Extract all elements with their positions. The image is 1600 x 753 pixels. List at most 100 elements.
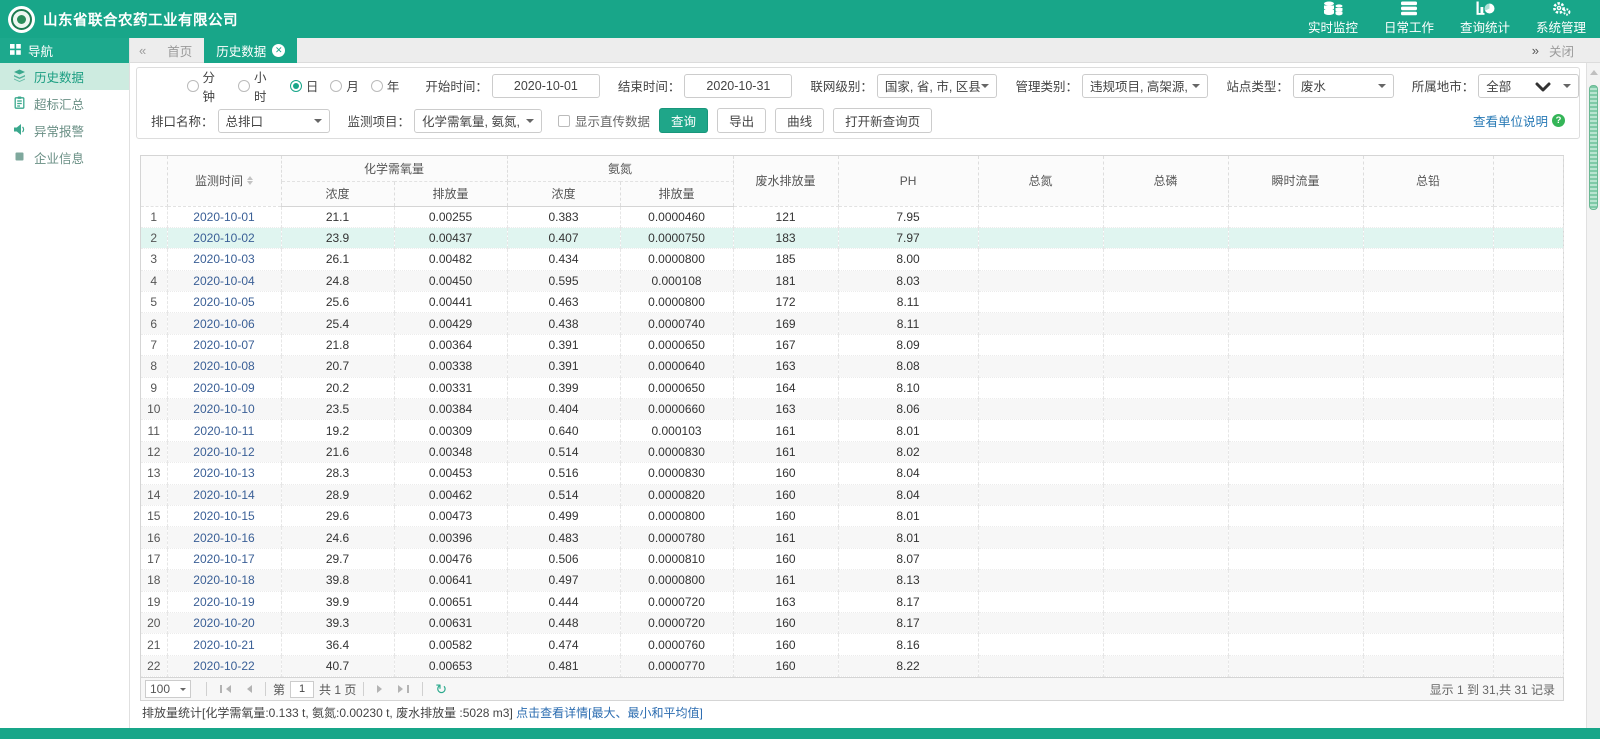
table-row[interactable]: 132020-10-1328.30.004530.5160.0000830160… bbox=[141, 463, 1563, 484]
outlet-select[interactable]: 总排口 bbox=[218, 109, 330, 133]
page-number-input[interactable] bbox=[290, 681, 314, 698]
refresh-icon[interactable]: ↻ bbox=[430, 681, 452, 698]
table-row[interactable]: 102020-10-1023.50.003840.4040.0000660163… bbox=[141, 399, 1563, 420]
bar-chart-icon bbox=[1475, 1, 1495, 16]
table-row[interactable]: 122020-10-1221.60.003480.5140.0000830161… bbox=[141, 441, 1563, 462]
date-cell: 2020-10-04 bbox=[167, 270, 281, 291]
period-radio[interactable]: 分钟 bbox=[187, 67, 226, 105]
cod_c-cell: 20.7 bbox=[281, 356, 394, 377]
table-row[interactable]: 22020-10-0223.90.004370.4070.00007501837… bbox=[141, 227, 1563, 248]
sidebar-title: 导航 bbox=[28, 41, 53, 60]
page-size-select[interactable]: 100 bbox=[145, 680, 191, 698]
filler-cell bbox=[1493, 655, 1563, 676]
col-header-time[interactable]: 监测时间 bbox=[167, 156, 281, 206]
col-header-instant-flow[interactable]: 瞬时流量 bbox=[1228, 156, 1363, 206]
end-date-input[interactable] bbox=[684, 74, 792, 98]
date-cell: 2020-10-20 bbox=[167, 612, 281, 633]
nh3_e-cell: 0.0000780 bbox=[620, 527, 733, 548]
waste-cell: 121 bbox=[733, 206, 838, 227]
top-nav-query-stats[interactable]: 查询统计 bbox=[1460, 1, 1510, 36]
prev-page-icon[interactable] bbox=[237, 685, 258, 693]
open-new-query-button[interactable]: 打开新查询页 bbox=[833, 108, 932, 133]
last-page-icon[interactable] bbox=[392, 685, 415, 693]
filler-header bbox=[1493, 156, 1563, 206]
table-row[interactable]: 182020-10-1839.80.006410.4970.0000800161… bbox=[141, 570, 1563, 591]
tabs-expand-right-icon[interactable]: » bbox=[1532, 43, 1539, 58]
row-number-cell: 19 bbox=[141, 591, 167, 612]
table-row[interactable]: 12020-10-0121.10.002550.3830.00004601217… bbox=[141, 206, 1563, 227]
network-level-select[interactable]: 国家, 省, 市, 区县 bbox=[877, 74, 998, 98]
table-row[interactable]: 222020-10-2240.70.006530.4810.0000770160… bbox=[141, 655, 1563, 676]
col-header-nh3-emission[interactable]: 排放量 bbox=[620, 181, 733, 206]
row-number-cell: 14 bbox=[141, 484, 167, 505]
start-date-input[interactable] bbox=[492, 74, 600, 98]
row-number-cell: 11 bbox=[141, 420, 167, 441]
table-row[interactable]: 172020-10-1729.70.004760.5060.0000810160… bbox=[141, 548, 1563, 569]
sidebar-item-history-data[interactable]: 历史数据 bbox=[0, 63, 129, 90]
table-row[interactable]: 202020-10-2039.30.006310.4480.0000720160… bbox=[141, 612, 1563, 633]
table-row[interactable]: 152020-10-1529.60.004730.4990.0000800160… bbox=[141, 505, 1563, 526]
query-button[interactable]: 查询 bbox=[659, 108, 708, 133]
table-row[interactable]: 92020-10-0920.20.003310.3990.00006501648… bbox=[141, 377, 1563, 398]
sidebar-item-exceed-summary[interactable]: 超标汇总 bbox=[0, 90, 129, 117]
ph-cell: 8.10 bbox=[838, 377, 978, 398]
col-header-cod-emission[interactable]: 排放量 bbox=[394, 181, 507, 206]
period-radio[interactable]: 年 bbox=[371, 67, 400, 105]
period-radio[interactable]: 月 bbox=[330, 67, 359, 105]
help-icon[interactable]: ? bbox=[1552, 114, 1565, 127]
col-header-total-nitrogen[interactable]: 总氮 bbox=[978, 156, 1103, 206]
city-select[interactable]: 全部 bbox=[1478, 74, 1579, 98]
site-type-select[interactable]: 废水 bbox=[1293, 74, 1394, 98]
filter-collapse-icon[interactable] bbox=[1535, 80, 1551, 98]
top-nav-daily-work[interactable]: 日常工作 bbox=[1384, 1, 1434, 36]
view-detail-link[interactable]: 点击查看详情[最大、最小和平均值] bbox=[516, 706, 703, 720]
tabs-collapse-left-icon[interactable]: « bbox=[130, 43, 155, 58]
scrollbar-thumb[interactable] bbox=[1589, 85, 1598, 210]
direct-data-checkbox[interactable] bbox=[558, 115, 570, 127]
table-row[interactable]: 42020-10-0424.80.004500.5950.0001081818.… bbox=[141, 270, 1563, 291]
table-row[interactable]: 142020-10-1428.90.004620.5140.0000820160… bbox=[141, 484, 1563, 505]
col-header-total-lead[interactable]: 总铅 bbox=[1363, 156, 1493, 206]
cod_e-cell: 0.00309 bbox=[394, 420, 507, 441]
scroll-up-icon[interactable] bbox=[1590, 66, 1598, 75]
date-cell: 2020-10-13 bbox=[167, 463, 281, 484]
sidebar-item-company-info[interactable]: 企业信息 bbox=[0, 144, 129, 171]
cod_e-cell: 0.00331 bbox=[394, 377, 507, 398]
close-all-tabs[interactable]: 关闭 bbox=[1549, 41, 1574, 60]
tab-history-data[interactable]: 历史数据 ✕ bbox=[204, 38, 297, 63]
table-row[interactable]: 82020-10-0820.70.003380.3910.00006401638… bbox=[141, 356, 1563, 377]
monitor-items-select[interactable]: 化学需氧量, 氨氮, bbox=[414, 109, 542, 133]
top-nav-realtime-monitor[interactable]: 实时监控 bbox=[1308, 1, 1358, 36]
tab-home[interactable]: 首页 bbox=[155, 38, 204, 63]
table-row[interactable]: 72020-10-0721.80.003640.3910.00006501678… bbox=[141, 334, 1563, 355]
ph-cell: 7.95 bbox=[838, 206, 978, 227]
col-header-cod-conc[interactable]: 浓度 bbox=[281, 181, 394, 206]
period-radio[interactable]: 日 bbox=[290, 67, 319, 105]
col-header-nh3-conc[interactable]: 浓度 bbox=[507, 181, 620, 206]
flow-cell bbox=[1228, 399, 1363, 420]
table-row[interactable]: 162020-10-1624.60.003960.4830.0000780161… bbox=[141, 527, 1563, 548]
sidebar-item-abnormal-alarm[interactable]: 异常报警 bbox=[0, 117, 129, 144]
table-row[interactable]: 32020-10-0326.10.004820.4340.00008001858… bbox=[141, 249, 1563, 270]
curve-button[interactable]: 曲线 bbox=[775, 108, 824, 133]
nh3_e-cell: 0.000103 bbox=[620, 420, 733, 441]
table-row[interactable]: 52020-10-0525.60.004410.4630.00008001728… bbox=[141, 292, 1563, 313]
top-nav-system-admin[interactable]: 系统管理 bbox=[1536, 1, 1586, 36]
col-header-total-phosphorus[interactable]: 总磷 bbox=[1103, 156, 1228, 206]
unit-help-link[interactable]: 查看单位说明 bbox=[1473, 111, 1548, 130]
manage-type-select[interactable]: 违规项目, 高架源, bbox=[1082, 74, 1208, 98]
export-button[interactable]: 导出 bbox=[717, 108, 766, 133]
col-header-wastewater[interactable]: 废水排放量 bbox=[733, 156, 838, 206]
close-tab-icon[interactable]: ✕ bbox=[272, 44, 285, 57]
col-header-ph[interactable]: PH bbox=[838, 156, 978, 206]
next-page-icon[interactable] bbox=[371, 685, 392, 693]
table-row[interactable]: 192020-10-1939.90.006510.4440.0000720163… bbox=[141, 591, 1563, 612]
period-radio[interactable]: 小时 bbox=[238, 67, 277, 105]
waste-cell: 164 bbox=[733, 377, 838, 398]
table-row[interactable]: 212020-10-2136.40.005820.4740.0000760160… bbox=[141, 634, 1563, 655]
first-page-icon[interactable] bbox=[214, 685, 237, 693]
table-row[interactable]: 62020-10-0625.40.004290.4380.00007401698… bbox=[141, 313, 1563, 334]
table-row[interactable]: 112020-10-1119.20.003090.6400.0001031618… bbox=[141, 420, 1563, 441]
vertical-scrollbar[interactable] bbox=[1586, 63, 1600, 728]
row-number-cell: 6 bbox=[141, 313, 167, 334]
